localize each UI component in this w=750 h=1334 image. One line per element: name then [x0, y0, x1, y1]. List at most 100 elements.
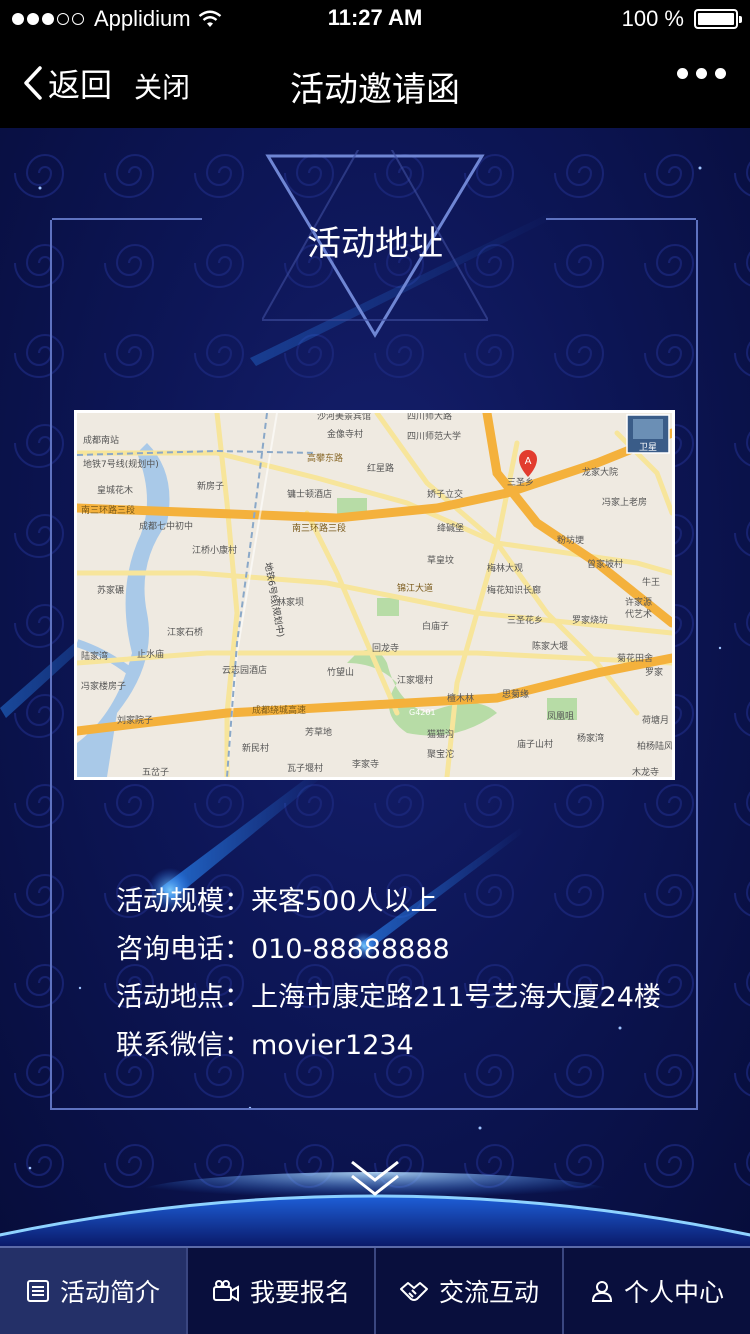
- double-chevron-down-icon[interactable]: [348, 1158, 402, 1200]
- svg-text:罗家: 罗家: [645, 666, 663, 678]
- more-button[interactable]: [677, 68, 726, 79]
- svg-text:冯家楼房子: 冯家楼房子: [81, 680, 126, 692]
- content-area: 活动地址 A 卫星 沙河美景宾馆 四川师大路 四川师范大学 金像寺村 成都南站 …: [0, 128, 750, 1246]
- user-icon: [591, 1281, 612, 1302]
- battery-icon: [694, 9, 742, 29]
- svg-text:锦江大道: 锦江大道: [397, 582, 433, 594]
- info-wechat-label: 联系微信：: [116, 1030, 251, 1061]
- svg-text:金像寺村: 金像寺村: [327, 428, 363, 440]
- svg-text:三圣乡: 三圣乡: [507, 477, 534, 488]
- svg-text:江桥小康村: 江桥小康村: [192, 544, 237, 556]
- video-camera-icon: [212, 1280, 239, 1302]
- svg-text:南三环路三段: 南三环路三段: [81, 504, 135, 516]
- svg-text:G4201: G4201: [409, 708, 436, 717]
- info-phone-value[interactable]: 010-88888888: [251, 934, 450, 965]
- svg-text:聚宝沱: 聚宝沱: [427, 748, 454, 760]
- tab-label: 我要报名: [249, 1278, 350, 1307]
- location-map[interactable]: A 卫星 沙河美景宾馆 四川师大路 四川师范大学 金像寺村 成都南站 地铁7号线…: [74, 410, 675, 780]
- svg-text:白庙子: 白庙子: [422, 620, 449, 632]
- svg-text:芳草地: 芳草地: [305, 726, 332, 738]
- svg-text:回龙寺: 回龙寺: [372, 642, 399, 654]
- svg-text:新房子: 新房子: [197, 480, 224, 492]
- svg-text:三圣花乡: 三圣花乡: [507, 614, 543, 626]
- more-dot-icon: [715, 68, 726, 79]
- svg-text:红星路: 红星路: [367, 462, 394, 474]
- tab-interaction[interactable]: 交流互动: [376, 1248, 564, 1334]
- svg-text:五岔子: 五岔子: [142, 767, 169, 777]
- svg-text:娇子立交: 娇子立交: [427, 488, 463, 500]
- svg-text:地铁7号线(规划中): 地铁7号线(规划中): [83, 458, 159, 470]
- svg-text:檀木林: 檀木林: [447, 692, 474, 704]
- svg-text:庙子山村: 庙子山村: [517, 738, 553, 750]
- svg-text:罗家烧坊: 罗家烧坊: [572, 614, 608, 626]
- info-scale-value: 来客500人以上: [251, 886, 438, 917]
- info-address-label: 活动地点：: [116, 982, 251, 1013]
- svg-text:成都南站: 成都南站: [83, 434, 119, 446]
- svg-text:牛王: 牛王: [642, 576, 660, 588]
- svg-text:思菊缘: 思菊缘: [502, 688, 529, 700]
- svg-text:凤凰咀: 凤凰咀: [547, 711, 574, 722]
- info-scale-label: 活动规模：: [116, 886, 251, 917]
- svg-text:梅林大观: 梅林大观: [487, 562, 523, 574]
- more-dot-icon: [677, 68, 688, 79]
- nav-bar: 返回 关闭 活动邀请函: [0, 38, 750, 128]
- more-dot-icon: [696, 68, 707, 79]
- handshake-icon: [399, 1282, 428, 1301]
- svg-text:卫星: 卫星: [639, 442, 657, 453]
- svg-text:止水庙: 止水庙: [137, 648, 164, 660]
- svg-text:高攀东路: 高攀东路: [307, 452, 343, 464]
- svg-text:沙河美景宾馆: 沙河美景宾馆: [317, 413, 371, 422]
- svg-text:绛碱堡: 绛碱堡: [437, 522, 464, 534]
- svg-text:柏杨陆风: 柏杨陆风: [637, 740, 672, 752]
- svg-text:杨家湾: 杨家湾: [577, 732, 604, 744]
- info-phone-label: 咨询电话：: [116, 934, 251, 965]
- event-info: 活动规模：来客500人以上 咨询电话：010-88888888 活动地点：上海市…: [116, 878, 661, 1070]
- svg-text:草皇坟: 草皇坟: [427, 554, 454, 566]
- tab-profile[interactable]: 个人中心: [564, 1248, 750, 1334]
- satellite-toggle-button[interactable]: 卫星: [626, 414, 670, 454]
- info-wechat-row: 联系微信：movier1234: [116, 1022, 661, 1070]
- info-wechat-value: movier1234: [251, 1030, 414, 1061]
- status-right: 100 %: [621, 6, 742, 32]
- svg-text:陆家湾: 陆家湾: [81, 650, 108, 662]
- svg-text:林家坝: 林家坝: [277, 596, 304, 608]
- svg-text:龙家大院: 龙家大院: [582, 466, 618, 478]
- page-title: 活动邀请函: [290, 70, 460, 110]
- svg-text:梅花知识长廊: 梅花知识长廊: [487, 584, 541, 596]
- svg-text:代艺术: 代艺术: [625, 608, 652, 620]
- svg-text:冯家上老房: 冯家上老房: [602, 496, 647, 508]
- svg-text:皇城花木: 皇城花木: [97, 484, 133, 496]
- bottom-tab-bar: 活动简介 我要报名 交流互动 个人中心: [0, 1246, 750, 1334]
- battery-percentage: 100 %: [621, 6, 684, 31]
- info-address-value: 上海市康定路211号艺海大厦24楼: [251, 982, 661, 1013]
- tab-register[interactable]: 我要报名: [188, 1248, 376, 1334]
- tab-event-intro[interactable]: 活动简介: [0, 1248, 188, 1334]
- svg-text:猫猫沟: 猫猫沟: [427, 728, 454, 740]
- svg-text:新民村: 新民村: [242, 742, 269, 754]
- svg-text:四川师大路: 四川师大路: [407, 413, 452, 422]
- svg-text:竹望山: 竹望山: [327, 666, 354, 678]
- svg-text:菊花田舍: 菊花田舍: [617, 652, 653, 664]
- svg-text:云志园酒店: 云志园酒店: [222, 664, 267, 676]
- svg-text:陈家大堰: 陈家大堰: [532, 640, 568, 652]
- svg-text:四川师范大学: 四川师范大学: [407, 430, 461, 442]
- svg-text:苏家碾: 苏家碾: [97, 584, 124, 596]
- svg-text:瓦子堰村: 瓦子堰村: [287, 762, 323, 774]
- svg-text:江家石桥: 江家石桥: [167, 626, 203, 638]
- tab-label: 活动简介: [59, 1278, 160, 1307]
- info-address-row: 活动地点：上海市康定路211号艺海大厦24楼: [116, 974, 661, 1022]
- svg-text:刘家院子: 刘家院子: [117, 714, 153, 726]
- svg-text:木龙寺: 木龙寺: [632, 766, 659, 777]
- svg-text:成都七中初中: 成都七中初中: [139, 520, 193, 532]
- svg-text:许家源: 许家源: [625, 596, 652, 608]
- svg-text:南三环路三段: 南三环路三段: [292, 522, 346, 534]
- svg-text:荷塘月: 荷塘月: [642, 714, 669, 726]
- list-icon: [26, 1280, 49, 1302]
- status-bar: Applidium 11:27 AM 100 %: [0, 0, 750, 38]
- info-scale-row: 活动规模：来客500人以上: [116, 878, 661, 926]
- svg-text:粉坊埂: 粉坊埂: [557, 534, 584, 546]
- info-phone-row: 咨询电话：010-88888888: [116, 926, 661, 974]
- tab-label: 个人中心: [623, 1278, 724, 1307]
- svg-text:成都绕城高速: 成都绕城高速: [252, 704, 306, 716]
- svg-text:曾家坡村: 曾家坡村: [587, 558, 623, 570]
